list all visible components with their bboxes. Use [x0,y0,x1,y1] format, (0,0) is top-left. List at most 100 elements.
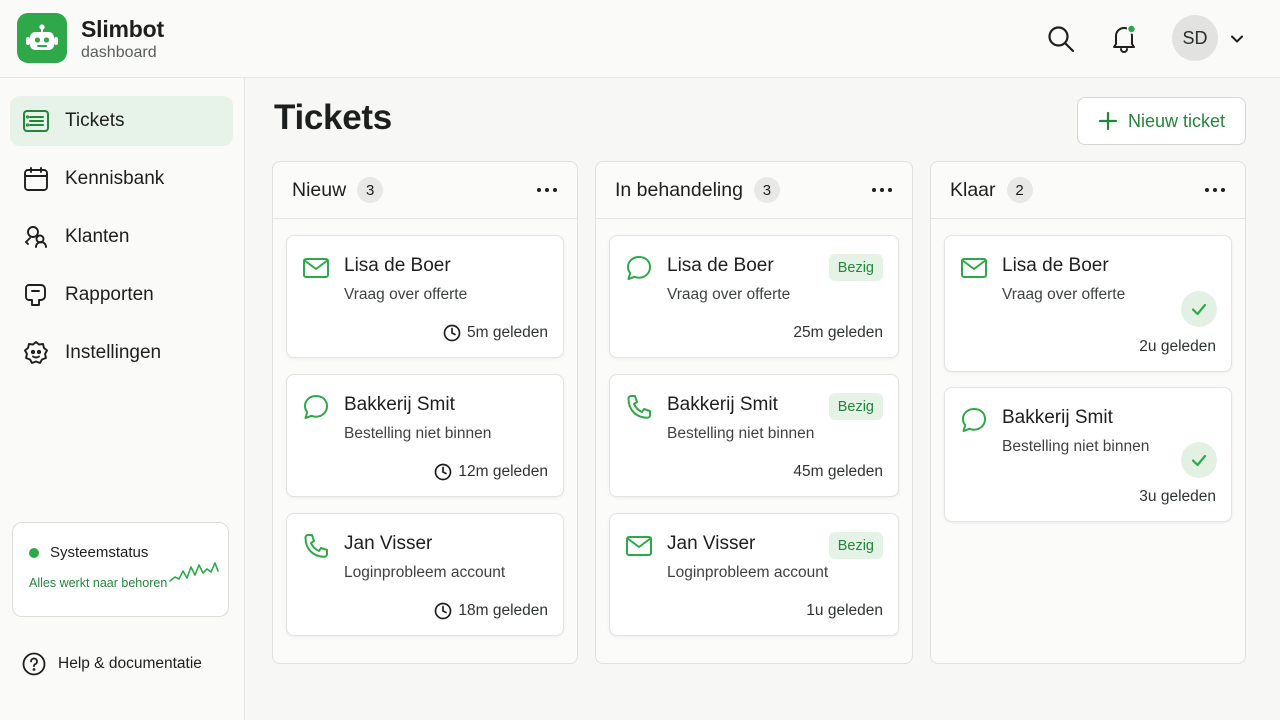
ticket-name: Lisa de Boer [344,255,451,276]
more-options-icon[interactable] [535,182,559,198]
ticket-time-text: 18m geleden [458,602,548,619]
tickets-icon [22,107,50,135]
ticket-time: 12m geleden [434,463,548,481]
status-badge: Bezig [828,532,883,559]
brand-subtitle: dashboard [81,44,157,61]
ticket-card[interactable]: Bakkerij Smit Bezig Bestelling niet binn… [609,374,899,497]
search-icon[interactable] [1046,24,1076,54]
sidebar-item-kennisbank[interactable]: Kennisbank [10,154,233,204]
ticket-time-text: 25m geleden [793,324,883,341]
ticket-card[interactable]: Lisa de Boer Bezig Vraag over offerte 25… [609,235,899,358]
ticket-name: Bakkerij Smit [667,394,778,415]
ticket-time: 5m geleden [443,324,548,342]
plus-icon [1098,111,1118,131]
ticket-time: 1u geleden [806,602,883,620]
sparkline-icon [169,559,219,585]
mail-icon [625,532,653,560]
system-status-card: Systeemstatus Alles werkt naar behoren [12,522,229,617]
notification-bell-icon[interactable] [1108,22,1140,54]
ticket-subject: Vraag over offerte [1002,286,1126,303]
clock-icon [443,324,461,342]
column-header: Nieuw 3 [273,162,577,219]
column-klaar: Klaar 2 Lisa de Boer Vraag over offerte … [930,161,1246,664]
ticket-subject: Loginprobleem account [344,564,506,581]
ticket-time: 25m geleden [793,324,883,342]
sidebar-item-tickets[interactable]: Tickets [10,96,233,146]
column-title: Nieuw [292,178,347,201]
ticket-subject: Loginprobleem account [667,564,829,581]
calendar-icon [22,165,50,193]
column-title: In behandeling [615,178,743,201]
mail-icon [960,254,988,282]
more-options-icon[interactable] [1203,182,1227,198]
ticket-subject: Bestelling niet binnen [1002,438,1150,455]
user-avatar[interactable]: SD [1172,15,1218,61]
help-link[interactable]: Help & documentatie [22,652,202,676]
ticket-time: 45m geleden [793,463,883,481]
clock-icon [435,463,452,481]
more-options-icon[interactable] [870,182,894,198]
sidebar-item-label: Instellingen [65,342,162,363]
sidebar-item-instellingen[interactable]: Instellingen [10,328,233,378]
column-header: Klaar 2 [931,162,1245,219]
ticket-name: Jan Visser [344,533,433,554]
column-header: In behandeling 3 [596,162,912,219]
people-icon [22,223,50,251]
ticket-card[interactable]: Lisa de Boer Vraag over offerte 5m geled… [286,235,564,358]
new-ticket-label: Nieuw ticket [1127,110,1226,131]
column-title: Klaar [950,178,996,201]
check-icon [1181,442,1217,478]
sidebar-item-label: Tickets [65,110,125,131]
ticket-card[interactable]: Bakkerij Smit Bestelling niet binnen 3u … [944,387,1232,522]
ticket-subject: Bestelling niet binnen [667,425,815,442]
ticket-time-text: 3u geleden [1139,488,1216,505]
ticket-card[interactable]: Jan Visser Loginprobleem account 18m gel… [286,513,564,636]
ticket-name: Bakkerij Smit [1002,407,1113,428]
ticket-name: Lisa de Boer [667,255,774,276]
ticket-time-text: 2u geleden [1139,338,1216,355]
help-circle-icon [22,652,46,676]
sidebar-item-rapporten[interactable]: Rapporten [10,270,233,320]
ticket-subject: Vraag over offerte [344,286,468,303]
page-title: Tickets [274,98,392,137]
brand-title: Slimbot [81,16,164,42]
chat-icon [302,393,330,421]
ticket-time-text: 45m geleden [793,463,883,480]
top-bar: Slimbot dashboard SD [0,0,1280,78]
ticket-time: 18m geleden [434,602,548,620]
check-icon [1181,291,1217,327]
ticket-name: Bakkerij Smit [344,394,455,415]
ticket-card[interactable]: Bakkerij Smit Bestelling niet binnen 12m… [286,374,564,497]
mail-icon [302,254,330,282]
chevron-down-icon[interactable] [1229,31,1245,47]
status-badge: Bezig [828,254,883,281]
phone-icon [625,393,653,421]
ticket-time-text: 12m geleden [458,463,548,480]
ticket-name: Jan Visser [667,533,756,554]
ticket-subject: Bestelling niet binnen [344,425,492,442]
status-text: Alles werkt naar behoren [29,576,168,590]
ticket-name: Lisa de Boer [1002,255,1109,276]
clock-icon [435,602,452,620]
chat-icon [625,254,653,282]
robot-logo-icon [17,13,67,63]
sidebar-item-klanten[interactable]: Klanten [10,212,233,262]
status-title: Systeemstatus [50,544,149,561]
ticket-card[interactable]: Lisa de Boer Vraag over offerte 2u geled… [944,235,1232,372]
sidebar: Tickets Kennisbank Klanten Rapporten Ins… [0,78,245,720]
sidebar-item-label: Klanten [65,226,130,247]
ticket-time: 3u geleden [1139,488,1216,506]
ticket-time: 2u geleden [1139,338,1216,356]
settings-icon [22,339,50,367]
help-label: Help & documentatie [58,655,202,672]
column-in-behandeling: In behandeling 3 Lisa de Boer Bezig Vraa… [595,161,913,664]
column-count-badge: 2 [1006,177,1033,203]
column-count-badge: 3 [753,177,780,203]
new-ticket-button[interactable]: Nieuw ticket [1077,97,1246,145]
ticket-subject: Vraag over offerte [667,286,791,303]
status-badge: Bezig [828,393,883,420]
ticket-time-text: 1u geleden [806,602,883,619]
ticket-card[interactable]: Jan Visser Bezig Loginprobleem account 1… [609,513,899,636]
status-dot [29,548,39,558]
sidebar-item-label: Kennisbank [65,168,165,189]
